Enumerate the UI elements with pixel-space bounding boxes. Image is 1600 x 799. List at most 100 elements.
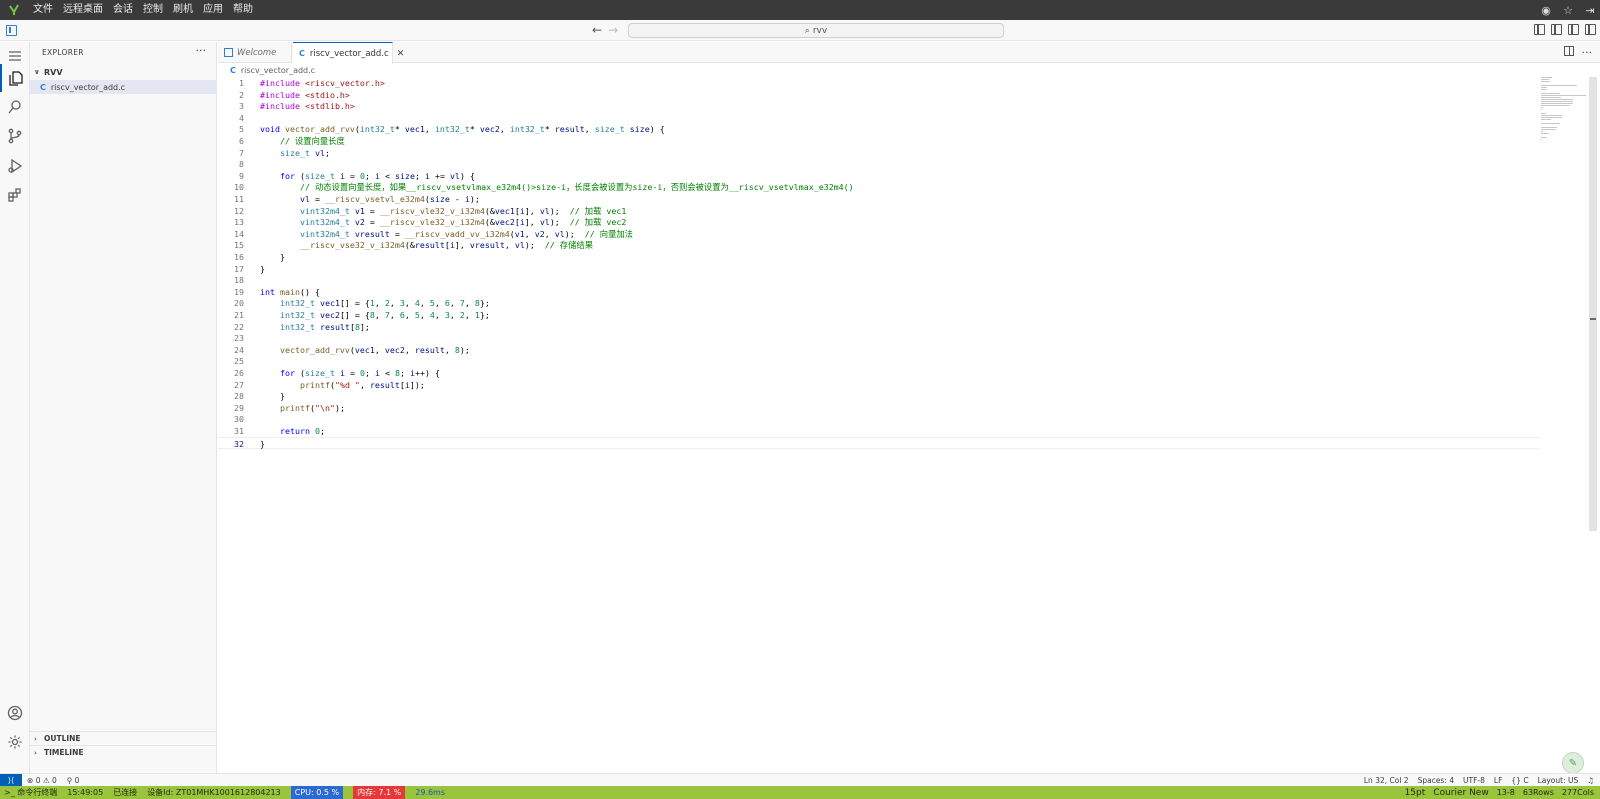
terminal-font-name[interactable]: Courier New: [1433, 788, 1488, 798]
code-line[interactable]: 19 int main() {: [218, 286, 1540, 298]
code-editor[interactable]: 1 #include <riscv_vector.h> 2 #include <std…: [218, 77, 1540, 771]
code-line[interactable]: 3 #include <stdlib.h>: [218, 100, 1540, 112]
terminal-font-size[interactable]: 15pt: [1405, 788, 1426, 798]
code-line[interactable]: 11 vl = __riscv_vsetvl_e32m4(size - i);: [218, 193, 1540, 205]
vertical-scrollbar[interactable]: [1589, 77, 1597, 531]
overview-ruler-cursor: [1590, 318, 1596, 320]
error-icon: ⊗: [27, 775, 34, 785]
source-control-icon[interactable]: [0, 122, 30, 150]
code-line[interactable]: 20 int32_t vec1[] = {1, 2, 3, 4, 5, 6, 7…: [218, 297, 1540, 309]
code-line[interactable]: 27 printf("%d ", result[i]);: [218, 379, 1540, 391]
code-line[interactable]: 5 void vector_add_rvv(int32_t* vec1, int3…: [218, 123, 1540, 135]
cpu-usage-badge: CPU: 0.5 %: [290, 786, 344, 799]
device-id: 设备Id: ZT01MHK1001612804213: [147, 788, 281, 797]
menu-session[interactable]: 会话: [108, 0, 138, 20]
code-line[interactable]: 14 vint32m4_t vresult = __riscv_vadd_vv_…: [218, 228, 1540, 240]
code-line[interactable]: 30: [218, 413, 1540, 425]
tab-riscv-vector-add[interactable]: C riscv_vector_add.c ✕: [293, 42, 404, 64]
chevron-down-icon: ∨: [34, 68, 40, 76]
run-debug-icon[interactable]: [0, 152, 30, 180]
accounts-icon[interactable]: [0, 699, 30, 727]
problems-indicator[interactable]: ⊗ 0 ⚠ 0: [27, 776, 57, 785]
line-number: 26: [234, 368, 244, 378]
code-line[interactable]: 31 return 0;: [218, 425, 1540, 437]
line-number: 15: [234, 240, 244, 251]
user-avatar-icon[interactable]: ◉: [1540, 4, 1552, 17]
exit-icon[interactable]: ⇥: [1584, 4, 1596, 17]
code-text: printf("\n");: [279, 402, 345, 413]
more-actions-icon[interactable]: ···: [1582, 46, 1593, 59]
feedback-icon[interactable]: ✎: [1562, 752, 1584, 774]
line-number: 11: [234, 194, 244, 204]
code-line[interactable]: 6 // 设置向量长度: [218, 135, 1540, 147]
language-mode[interactable]: {} C: [1511, 776, 1528, 785]
file-riscv-vector-add[interactable]: C riscv_vector_add.c: [30, 80, 217, 94]
line-number: 20: [234, 298, 244, 309]
code-line[interactable]: 18: [218, 274, 1540, 286]
search-view-icon[interactable]: [0, 93, 30, 121]
menu-remote-desktop[interactable]: 远程桌面: [58, 0, 108, 20]
folder-rvv[interactable]: ∨ RVV: [30, 64, 217, 80]
chevron-right-icon: ›: [34, 748, 37, 757]
settings-gear-icon[interactable]: [0, 728, 30, 756]
search-text: rvv: [812, 25, 828, 36]
code-line[interactable]: 13 vint32m4_t v2 = __riscv_vle32_v_i32m4…: [218, 216, 1540, 228]
outline-section[interactable]: › OUTLINE: [30, 731, 217, 745]
keyboard-layout[interactable]: Layout: US: [1538, 776, 1579, 785]
ports-indicator[interactable]: ⚲ 0: [67, 776, 80, 785]
remote-indicator-icon[interactable]: ⟩⟨: [0, 774, 22, 786]
command-center-search[interactable]: ⌕ rvv: [628, 23, 1004, 38]
tab-welcome[interactable]: Welcome: [218, 42, 292, 63]
end-of-line[interactable]: LF: [1494, 776, 1503, 785]
timeline-section[interactable]: › TIMELINE: [30, 745, 217, 759]
code-line[interactable]: 1 #include <riscv_vector.h>: [218, 77, 1540, 89]
code-line[interactable]: 17}: [218, 263, 1540, 275]
code-line[interactable]: 8: [218, 158, 1540, 170]
code-line[interactable]: 10 // 动态设置向量长度，如果__riscv_vsetvlmax_e32m4…: [218, 181, 1540, 193]
extensions-icon[interactable]: [0, 181, 30, 209]
code-text: size_t vl;: [279, 147, 330, 158]
back-arrow-icon[interactable]: ←: [592, 23, 602, 37]
menu-flash[interactable]: 刷机: [168, 0, 198, 20]
menu-help[interactable]: 帮助: [228, 0, 258, 20]
forward-arrow-icon[interactable]: →: [608, 23, 618, 37]
code-line[interactable]: 24 vector_add_rvv(vec1, vec2, result, 8)…: [218, 344, 1540, 356]
encoding[interactable]: UTF-8: [1463, 776, 1485, 785]
line-number: 21: [234, 310, 244, 320]
indentation[interactable]: Spaces: 4: [1418, 776, 1454, 785]
code-line[interactable]: 28 }: [218, 390, 1540, 402]
breadcrumb[interactable]: C riscv_vector_add.c: [218, 64, 315, 77]
toggle-secondary-sidebar-icon[interactable]: [1585, 24, 1596, 35]
terminal-button[interactable]: >_ 命令行终端: [4, 787, 57, 798]
split-editor-icon[interactable]: [1563, 46, 1574, 56]
explorer-icon[interactable]: [0, 64, 30, 92]
code-line[interactable]: 21 int32_t vec2[] = {8, 7, 6, 5, 4, 3, 2…: [218, 309, 1540, 321]
code-line[interactable]: 9 for (size_t i = 0; i < size; i += vl) …: [218, 170, 1540, 182]
menu-file[interactable]: 文件: [28, 0, 58, 20]
star-icon[interactable]: ☆: [1562, 4, 1574, 17]
code-line[interactable]: 25: [218, 355, 1540, 367]
code-line[interactable]: 23: [218, 332, 1540, 344]
code-line[interactable]: 4: [218, 112, 1540, 124]
code-line[interactable]: 32}: [218, 436, 1540, 449]
code-line[interactable]: 12 vint32m4_t v1 = __riscv_vle32_v_i32m4…: [218, 205, 1540, 217]
code-line[interactable]: 15 __riscv_vse32_v_i32m4(&result[i], vre…: [218, 239, 1540, 251]
close-icon[interactable]: ✕: [397, 49, 405, 59]
code-text: int32_t result[8];: [279, 321, 370, 332]
more-actions-icon[interactable]: ···: [196, 44, 207, 57]
customize-layout-icon[interactable]: [1534, 24, 1545, 35]
notifications-bell-icon[interactable]: ♫: [1587, 776, 1594, 785]
code-line[interactable]: 2 #include <stdio.h>: [218, 89, 1540, 101]
code-line[interactable]: 16 }: [218, 251, 1540, 263]
code-line[interactable]: 7 size_t vl;: [218, 147, 1540, 159]
code-line[interactable]: 29 printf("\n");: [218, 402, 1540, 414]
menu-control[interactable]: 控制: [138, 0, 168, 20]
menu-apps[interactable]: 应用: [198, 0, 228, 20]
minimap-line: [1541, 103, 1574, 104]
toggle-sidebar-icon[interactable]: [1551, 24, 1562, 35]
code-line[interactable]: 26 for (size_t i = 0; i < 8; i++) {: [218, 367, 1540, 379]
minimap[interactable]: [1541, 77, 1595, 140]
toggle-panel-icon[interactable]: [1568, 24, 1579, 35]
cursor-position[interactable]: Ln 32, Col 2: [1364, 776, 1409, 785]
code-line[interactable]: 22 int32_t result[8];: [218, 321, 1540, 333]
